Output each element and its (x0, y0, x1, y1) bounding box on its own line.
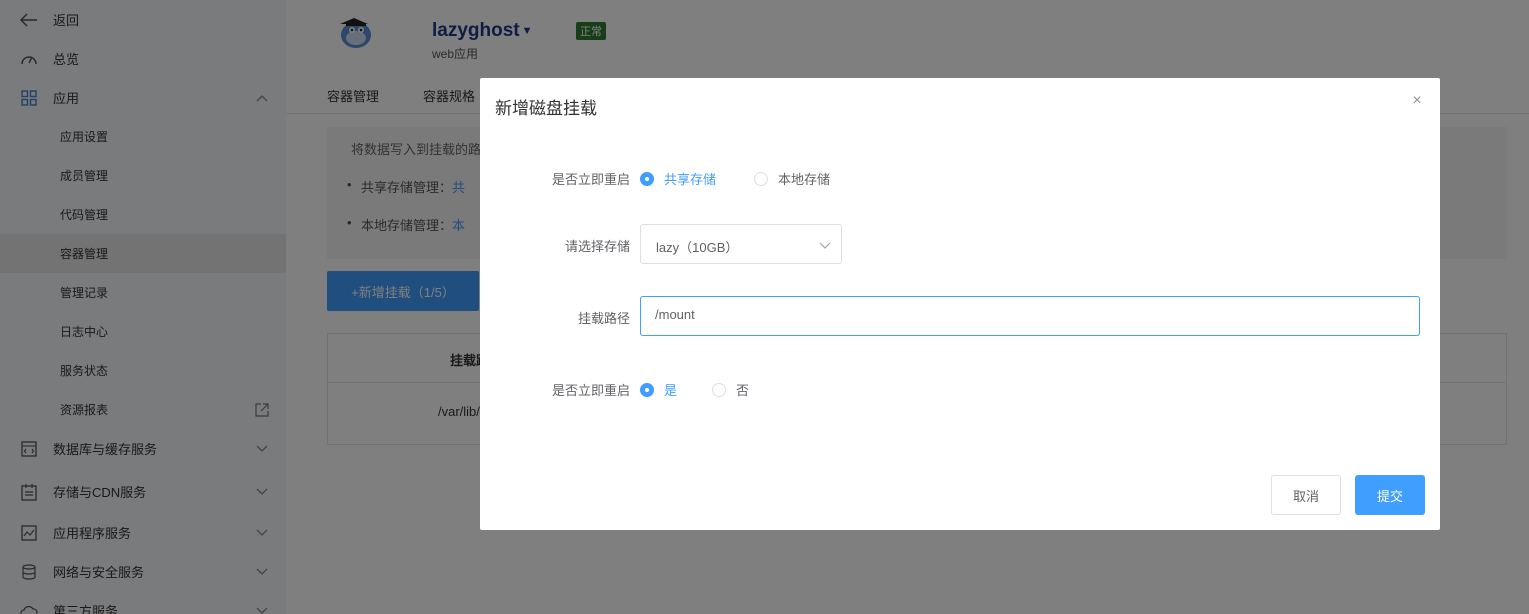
radio-local-storage[interactable]: 本地存储 (754, 169, 830, 188)
submit-button[interactable]: 提交 (1355, 475, 1425, 515)
radio-restart-yes[interactable]: 是 (640, 380, 677, 399)
radio-dot (640, 171, 654, 186)
mount-path-field (640, 296, 1420, 336)
radio-shared-storage[interactable]: 共享存储 (640, 169, 716, 188)
chevron-down-icon (819, 239, 831, 251)
mount-path-input[interactable] (655, 307, 1395, 322)
radio-label: 共享存储 (664, 172, 717, 187)
radio-label: 本地存储 (778, 172, 831, 187)
radio-label: 是 (664, 383, 678, 398)
radio-dot (754, 171, 768, 186)
close-icon[interactable]: × (1410, 93, 1424, 109)
radio-label: 否 (736, 383, 750, 398)
dialog-title: 新增磁盘挂载 (495, 99, 597, 118)
storage-select-value: lazy（10GB） (656, 240, 739, 255)
restart-label: 是否立即重启 (551, 383, 630, 398)
radio-dot (640, 382, 654, 397)
select-storage-label: 请选择存储 (564, 239, 630, 254)
mount-path-label: 挂载路径 (577, 311, 630, 326)
cancel-button[interactable]: 取消 (1271, 475, 1341, 515)
radio-restart-no[interactable]: 否 (712, 380, 749, 399)
radio-dot (712, 382, 726, 397)
storage-select[interactable]: lazy（10GB） (640, 224, 842, 264)
storage-type-label: 是否立即重启 (551, 172, 630, 187)
add-disk-mount-dialog: 新增磁盘挂载 × 是否立即重启 共享存储 本地存储 请选择存储 lazy（10G… (480, 78, 1440, 530)
